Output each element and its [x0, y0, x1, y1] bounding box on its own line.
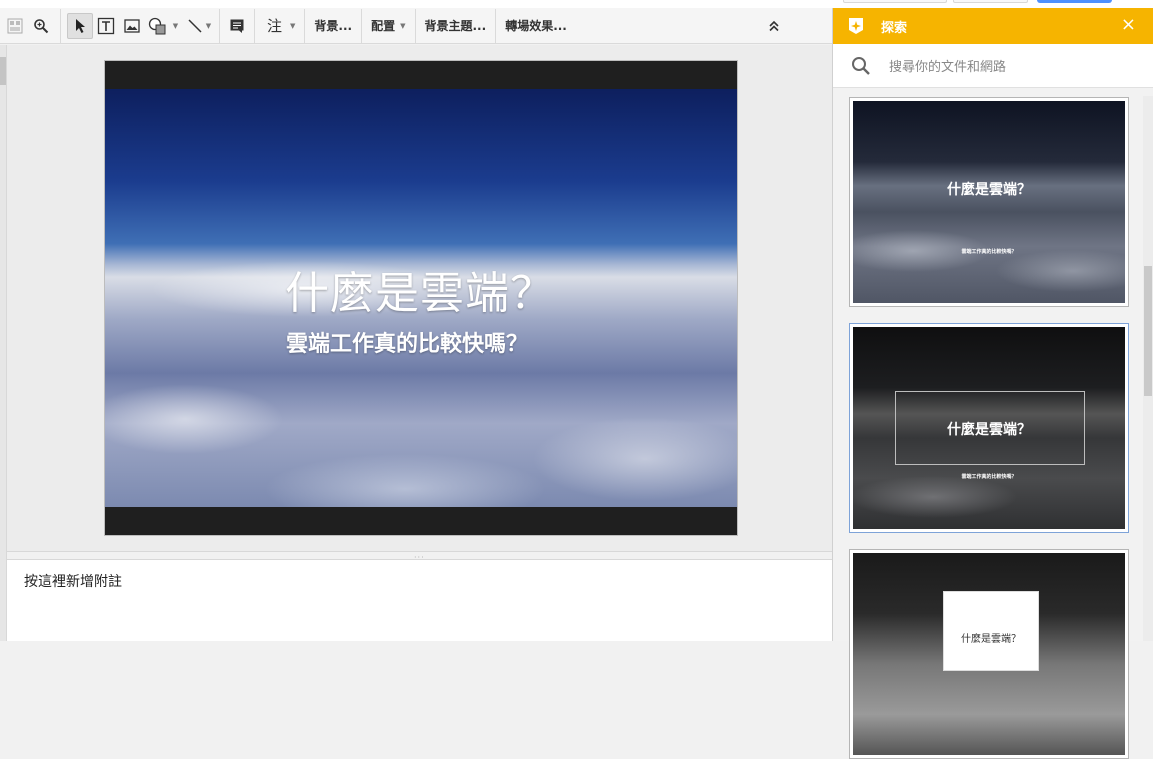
- notes-resize-handle[interactable]: ···: [7, 551, 832, 562]
- card-title: 什麼是雲端？: [961, 634, 1021, 645]
- slide-strip-scrollbar[interactable]: [0, 45, 7, 641]
- title-frame: 什麼是雲端？: [943, 591, 1039, 671]
- close-icon[interactable]: ×: [1121, 16, 1136, 34]
- theme-button[interactable]: 背景主題...: [416, 8, 497, 43]
- slide-subtitle[interactable]: 雲端工作真的比較快嗎？: [286, 326, 528, 358]
- layout-preview: 什麼是雲端？: [853, 553, 1125, 755]
- layout-suggestion-card[interactable]: 什麼是雲端？: [849, 549, 1129, 759]
- layout-suggestion-card[interactable]: 什麼是雲端？ 雲端工作真的比較快嗎？: [849, 97, 1129, 307]
- slide[interactable]: 什麼是雲端？ 雲端工作真的比較快嗎？: [105, 61, 737, 535]
- comment-icon[interactable]: [220, 13, 254, 39]
- card-title: 什麼是雲端？: [947, 422, 1031, 438]
- card-title: 什麼是雲端？: [947, 182, 1031, 198]
- shape-icon[interactable]: ▼: [145, 13, 181, 39]
- explore-scrollbar[interactable]: [1143, 96, 1153, 641]
- top-button-edge[interactable]: [953, 0, 1028, 3]
- explore-title: 探索: [881, 20, 908, 36]
- explore-panel: 探索 × 搜尋你的文件和網路 什麼是雲端？ 雲端工作真的比較快嗎？ 什麼是雲端？…: [832, 8, 1153, 759]
- image-icon[interactable]: [119, 13, 145, 39]
- notes-placeholder[interactable]: 按這裡新增附註: [24, 571, 122, 591]
- scrollbar-thumb[interactable]: [1144, 266, 1152, 396]
- search-icon: [851, 56, 871, 76]
- layout-icon[interactable]: [2, 13, 28, 39]
- top-strip: [0, 0, 1153, 8]
- slide-canvas: 什麼是雲端？ 雲端工作真的比較快嗎？: [7, 45, 832, 551]
- layout-label: 配置: [371, 19, 396, 33]
- slide-title[interactable]: 什麼是雲端？: [285, 257, 555, 321]
- chevron-down-icon: ▼: [400, 21, 406, 30]
- toolbar: ▼ ▼ 注 ▼ 背景... 配置 ▼ 背景主題... 轉場效果...: [0, 8, 832, 44]
- zoom-icon[interactable]: [28, 13, 54, 39]
- chevron-down-icon: ▼: [290, 21, 296, 30]
- double-chevron-up-icon[interactable]: [762, 13, 786, 39]
- explore-search-bar[interactable]: 搜尋你的文件和網路: [833, 44, 1153, 88]
- textbox-icon[interactable]: [93, 13, 119, 39]
- transition-button[interactable]: 轉場效果...: [496, 9, 576, 43]
- background-button[interactable]: 背景...: [305, 8, 363, 43]
- scrollbar-thumb[interactable]: [0, 57, 6, 85]
- speaker-notes-label: 注: [267, 17, 283, 35]
- chevron-down-icon: ▼: [205, 21, 212, 30]
- explore-icon: [847, 17, 865, 35]
- layout-preview: 什麼是雲端？ 雲端工作真的比較快嗎？: [853, 327, 1125, 529]
- speaker-notes[interactable]: 按這裡新增附註: [7, 560, 832, 641]
- layout-button[interactable]: 配置 ▼: [362, 8, 416, 43]
- line-icon[interactable]: ▼: [181, 13, 217, 39]
- toolbar-separator: [60, 8, 61, 43]
- search-input[interactable]: 搜尋你的文件和網路: [889, 56, 1006, 75]
- explore-header: 探索 ×: [833, 8, 1153, 44]
- chevron-down-icon: ▼: [172, 21, 179, 30]
- card-subtitle: 雲端工作真的比較快嗎？: [961, 474, 1017, 480]
- select-cursor-icon[interactable]: [67, 12, 93, 39]
- top-button-edge[interactable]: [843, 0, 947, 3]
- layout-suggestion-card[interactable]: 什麼是雲端？ 雲端工作真的比較快嗎？: [849, 323, 1129, 533]
- card-subtitle: 雲端工作真的比較快嗎？: [961, 249, 1017, 255]
- share-button-edge[interactable]: [1037, 0, 1112, 3]
- speaker-notes-button[interactable]: 注 ▼: [255, 8, 306, 43]
- layout-preview: 什麼是雲端？ 雲端工作真的比較快嗎？: [853, 101, 1125, 303]
